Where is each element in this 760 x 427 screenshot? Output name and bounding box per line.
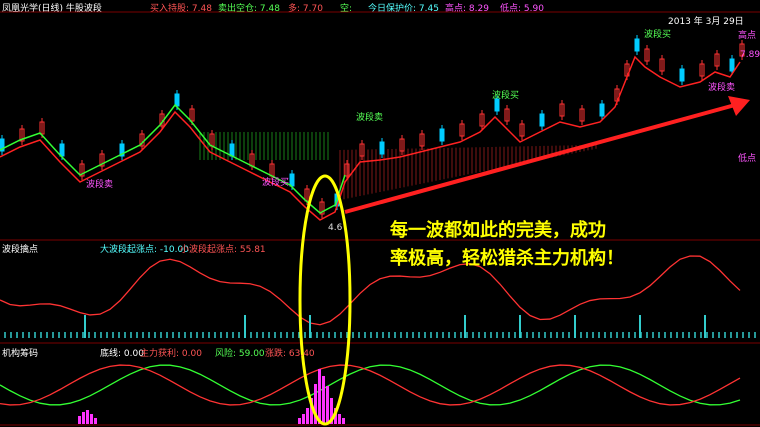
signal-sell-3: 波段卖 [708, 83, 736, 93]
candle-body [539, 113, 545, 127]
volume-bar [298, 418, 301, 424]
volume-bar [90, 414, 93, 424]
candle-body [289, 173, 295, 187]
ma-line [0, 55, 741, 221]
signal-buy-1: 波段买 [262, 178, 290, 188]
risk-label: 风险: 59.00 [215, 349, 265, 359]
candle-body [679, 68, 685, 82]
signal-sell-1: 波段卖 [86, 180, 114, 190]
high-tag: 高点 [738, 31, 757, 41]
up-down-label: 涨跌: 63.40 [265, 349, 315, 359]
volume-bar [306, 408, 309, 424]
stock-chart [0, 11, 760, 426]
signal-buy-3: 波段买 [644, 30, 672, 40]
candle-body [634, 38, 640, 52]
volume-bar [338, 414, 341, 424]
main-profit-label: 主力获利: 0.00 [140, 349, 202, 359]
signal-buy-2: 波段买 [492, 91, 520, 101]
date-label: 2013 年 3月 29日 [668, 17, 744, 27]
candle-body [174, 93, 180, 107]
candle-body [379, 141, 385, 155]
volume-bar [82, 412, 85, 424]
volume-bar [78, 416, 81, 424]
volume-bar [322, 376, 325, 424]
signal-sell-2: 波段卖 [356, 113, 384, 123]
volume-bar [94, 418, 97, 424]
volume-bar [86, 410, 89, 424]
price-label: 7.89 [740, 50, 760, 60]
volume-bar [326, 386, 329, 424]
volume-bar [318, 369, 321, 424]
candle-body [59, 143, 65, 157]
oscillator-line [0, 255, 741, 326]
bottom-line-label: 底线: 0.00 [100, 349, 144, 359]
candle-body [729, 58, 735, 72]
candle-body [229, 143, 235, 157]
candle-body [439, 128, 445, 142]
pane2-title: 波段擒点 [2, 245, 39, 255]
small-wave-label: 小波段起涨点: 55.81 [180, 245, 266, 255]
ma-line-green [0, 103, 346, 214]
callout-line-2: 率极高，轻松猎杀主力机构！ [390, 248, 624, 269]
candle-body [599, 103, 605, 117]
volume-bar [342, 418, 345, 424]
low-price-label: 4.6 [328, 223, 343, 233]
pane3-title: 机构筹码 [2, 349, 39, 359]
callout-line-1: 每一波都如此的完美，成功 [390, 220, 606, 241]
big-wave-label: 大波段起涨点: -10.00 [100, 245, 189, 255]
low-tag: 低点 [738, 154, 757, 164]
volume-bar [302, 414, 305, 424]
